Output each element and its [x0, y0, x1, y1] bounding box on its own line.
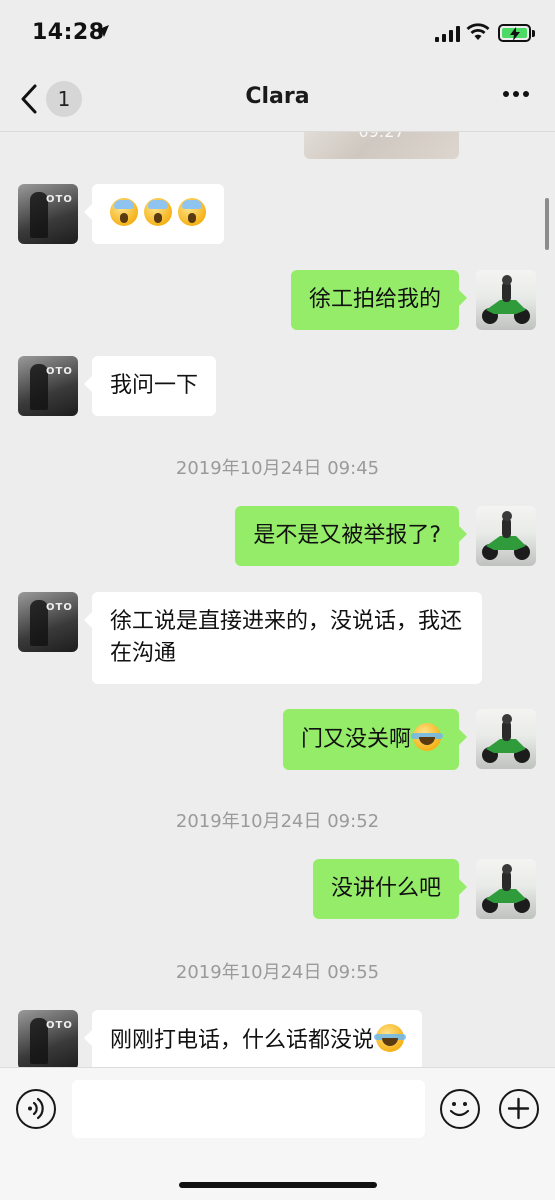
battery-icon [498, 24, 531, 42]
message-text: 我问一下 [110, 373, 199, 398]
more-dot-icon [503, 91, 509, 97]
motorcycle-rider-icon [482, 864, 530, 913]
message-text: 徐工拍给我的 [308, 287, 441, 312]
my-avatar[interactable] [476, 709, 536, 769]
wifi-icon [466, 23, 490, 40]
smiley-icon [449, 1102, 470, 1117]
message-bubble-outgoing[interactable]: 徐工拍给我的 [290, 270, 468, 330]
location-arrow-icon [97, 25, 109, 37]
message-bubble-outgoing[interactable]: 是不是又被举报了? [235, 506, 467, 566]
contact-avatar[interactable]: OTO [18, 592, 78, 652]
message-timestamp: 2019年10月24日 09:45 [175, 458, 380, 479]
status-time: 14:28 [32, 20, 105, 45]
more-dot-icon [513, 91, 519, 97]
avatar-logo-text: OTO [46, 602, 73, 613]
my-avatar[interactable] [476, 859, 536, 919]
message-timestamp: 2019年10月24日 09:55 [175, 962, 380, 983]
voice-icon [28, 1097, 44, 1120]
message-text: 刚刚打电话，什么话都没说 [110, 1028, 375, 1053]
my-avatar[interactable] [476, 270, 536, 330]
message-text: 门又没关啊 [300, 727, 411, 752]
message-input-bar [0, 1067, 555, 1200]
message-list[interactable]: 09:27 OTO 徐工拍给我的 OTO 我问一下 2019年10月24日 09… [0, 132, 555, 1067]
message-text: 徐工说是直接进来的，没说话，我还在沟通 [110, 609, 463, 666]
my-avatar[interactable] [476, 506, 536, 566]
chat-header: 1 Clara [0, 66, 555, 132]
avatar-logo-text: OTO [46, 194, 73, 205]
rolling-on-the-floor-laughing-icon [374, 1024, 407, 1052]
motorcycle-rider-icon [482, 275, 530, 324]
message-bubble-incoming[interactable] [84, 184, 224, 244]
message-bubble-outgoing[interactable]: 门又没关啊 [282, 709, 468, 770]
cellular-signal-icon [435, 26, 460, 42]
motorcycle-rider-icon [482, 714, 530, 763]
message-bubble-incoming[interactable]: 刚刚打电话，什么话都没说 [83, 1010, 423, 1067]
chat-title: Clara [245, 84, 310, 109]
emoji-picker-button[interactable] [440, 1089, 480, 1129]
battery-charging-icon [502, 27, 527, 41]
face-screaming-in-fear-icon [110, 198, 138, 226]
more-functions-button[interactable] [499, 1089, 539, 1129]
message-text: 没讲什么吧 [330, 876, 441, 901]
rolling-on-the-floor-laughing-icon [411, 723, 443, 751]
status-bar: 14:28 [0, 0, 555, 66]
message-timestamp: 2019年10月24日 09:52 [175, 811, 380, 832]
plus-icon [507, 1097, 530, 1120]
face-screaming-in-fear-icon [178, 198, 206, 226]
contact-avatar[interactable]: OTO [18, 184, 78, 244]
avatar-logo-text: OTO [46, 366, 73, 377]
message-bubble-incoming[interactable]: 徐工说是直接进来的，没说话，我还在沟通 [84, 592, 482, 684]
message-bubble-incoming[interactable]: 我问一下 [83, 356, 217, 416]
scrollbar[interactable] [545, 198, 549, 250]
image-message-partial[interactable]: 09:27 [304, 132, 459, 159]
avatar-logo-text: OTO [46, 1020, 73, 1031]
image-clock-text: 09:27 [304, 132, 459, 141]
contact-avatar[interactable]: OTO [18, 1010, 78, 1067]
motorcycle-rider-icon [482, 511, 530, 560]
home-indicator[interactable] [179, 1182, 377, 1188]
face-screaming-in-fear-icon [144, 198, 172, 226]
battery-nub [532, 30, 535, 37]
more-dot-icon [523, 91, 529, 97]
message-bubble-outgoing[interactable]: 没讲什么吧 [312, 859, 468, 919]
voice-input-button[interactable] [16, 1089, 56, 1129]
more-options-button[interactable] [503, 91, 529, 97]
contact-avatar[interactable]: OTO [18, 356, 78, 416]
message-text: 是不是又被举报了? [253, 523, 441, 548]
message-text-input[interactable] [72, 1080, 425, 1138]
